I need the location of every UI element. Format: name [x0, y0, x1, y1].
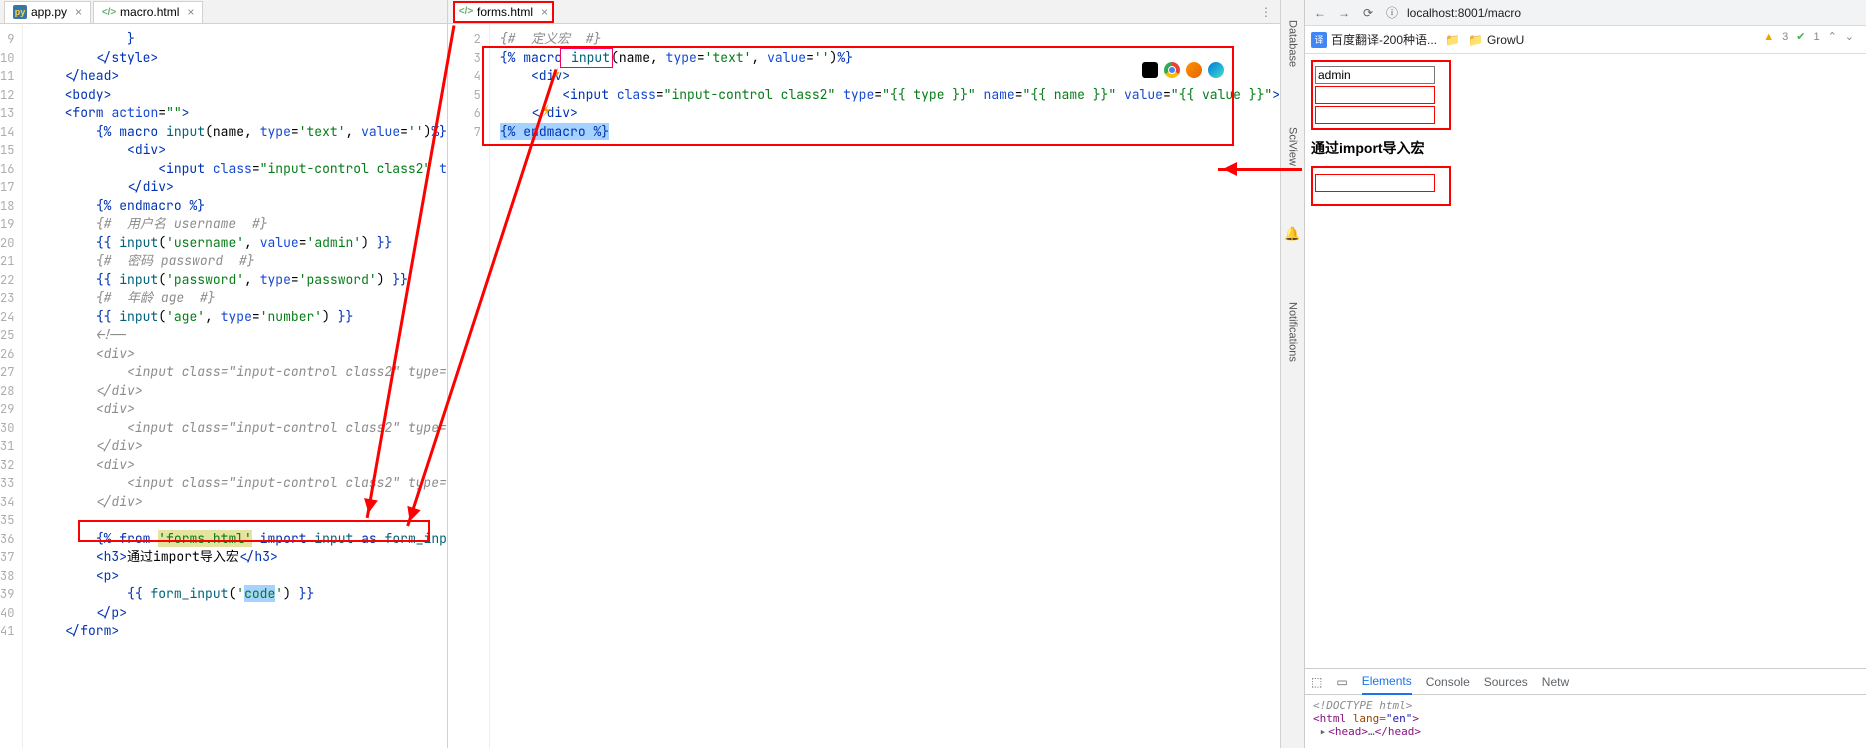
tab-macro-html[interactable]: </> macro.html ×	[93, 1, 203, 23]
url-field[interactable]: localhost:8001/macro	[1407, 6, 1860, 20]
tool-notifications[interactable]: Notifications	[1287, 302, 1299, 362]
more-icon[interactable]: ⋮	[1260, 5, 1272, 19]
right-tab-bar: </> forms.html × ⋮	[448, 0, 1280, 24]
bookmark-folder[interactable]: 📁 GrowU	[1468, 33, 1524, 47]
page-viewport: 通过import导入宏	[1305, 54, 1866, 668]
close-icon[interactable]: ×	[75, 5, 82, 19]
check-icon: ✔	[1796, 30, 1805, 43]
tab-elements[interactable]: Elements	[1362, 669, 1412, 695]
tab-label: forms.html	[477, 5, 533, 19]
tab-network[interactable]: Netw	[1542, 675, 1569, 689]
code-area[interactable]: } </style> </head> <body> <form action="…	[23, 24, 447, 748]
tab-label: app.py	[31, 5, 67, 19]
tool-sciview[interactable]: SciView	[1287, 127, 1299, 166]
chevron-icon[interactable]: ⌃	[1828, 30, 1837, 43]
firefox-icon[interactable]	[1186, 62, 1202, 78]
code-input[interactable]	[1315, 174, 1435, 192]
chevron-icon[interactable]: ⌄	[1845, 30, 1854, 43]
html-icon: </>	[459, 5, 473, 19]
warning-icon: ▲	[1763, 31, 1774, 43]
right-editor[interactable]: 234567 {# 定义宏 #}{% macro input(name, typ…	[448, 24, 1280, 748]
code-area[interactable]: {# 定义宏 #}{% macro input(name, type='text…	[490, 24, 1280, 748]
bell-icon[interactable]: 🔔	[1284, 226, 1300, 242]
right-editor-pane: </> forms.html × ⋮ 234567 {# 定义宏 #}{% ma…	[448, 0, 1280, 748]
dom-line: <!DOCTYPE html>	[1313, 699, 1858, 712]
password-input[interactable]	[1315, 86, 1435, 104]
close-icon[interactable]: ×	[187, 5, 194, 19]
bookmark-folder[interactable]: 📁	[1445, 33, 1460, 47]
close-icon[interactable]: ×	[541, 5, 548, 19]
annotation-arrow	[1218, 168, 1302, 171]
username-input[interactable]	[1315, 66, 1435, 84]
forward-icon[interactable]: →	[1335, 6, 1353, 20]
annotation-box	[1311, 166, 1451, 206]
translate-icon: 译	[1311, 32, 1327, 48]
tab-forms-html[interactable]: </> forms.html ×	[453, 1, 554, 23]
bookmark-item[interactable]: 译 百度翻译-200种语...	[1311, 31, 1437, 48]
tab-label: macro.html	[120, 5, 179, 19]
address-bar: ← → ⟳ ⓘ localhost:8001/macro	[1305, 0, 1866, 26]
inspection-indicators[interactable]: ▲3 ✔1 ⌃ ⌄	[1763, 30, 1854, 43]
dom-line[interactable]: <html lang="en">	[1313, 712, 1858, 725]
reload-icon[interactable]: ⟳	[1359, 6, 1377, 20]
device-icon[interactable]: ▭	[1336, 675, 1347, 689]
edge-icon[interactable]	[1208, 62, 1224, 78]
devtools-body[interactable]: <!DOCTYPE html> <html lang="en"> ▸<head>…	[1305, 695, 1866, 748]
open-in-browser-icons	[1142, 62, 1224, 78]
chrome-icon[interactable]	[1164, 62, 1180, 78]
folder-icon: 📁	[1468, 33, 1483, 47]
info-icon[interactable]: ⓘ	[1383, 4, 1401, 21]
tab-sources[interactable]: Sources	[1484, 675, 1528, 689]
tool-side-strip: Database SciView 🔔 Notifications	[1280, 0, 1304, 748]
jetbrains-icon[interactable]	[1142, 62, 1158, 78]
dom-line[interactable]: ▸<head>…</head>	[1313, 725, 1858, 738]
browser-panel: ← → ⟳ ⓘ localhost:8001/macro 译 百度翻译-200种…	[1304, 0, 1866, 748]
python-icon: py	[13, 5, 27, 19]
tab-app-py[interactable]: py app.py ×	[4, 1, 91, 23]
tool-database[interactable]: Database	[1287, 20, 1299, 67]
back-icon[interactable]: ←	[1311, 6, 1329, 20]
folder-icon: 📁	[1445, 33, 1460, 47]
line-gutter: 9101112131415161718192021222324252627282…	[0, 24, 23, 748]
left-tab-bar: py app.py × </> macro.html ×	[0, 0, 447, 24]
html-icon: </>	[102, 5, 116, 19]
left-editor[interactable]: 9101112131415161718192021222324252627282…	[0, 24, 447, 748]
annotation-box	[1311, 60, 1451, 130]
devtools-tabs: ⬚ ▭ Elements Console Sources Netw	[1305, 669, 1866, 695]
tab-console[interactable]: Console	[1426, 675, 1470, 689]
section-heading: 通过import导入宏	[1311, 138, 1860, 158]
left-editor-pane: py app.py × </> macro.html × ▲3 ✔1 ⌃ ⌄ 9…	[0, 0, 448, 748]
devtools-panel: ⬚ ▭ Elements Console Sources Netw <!DOCT…	[1305, 668, 1866, 748]
inspect-icon[interactable]: ⬚	[1311, 675, 1322, 689]
age-input[interactable]	[1315, 106, 1435, 124]
